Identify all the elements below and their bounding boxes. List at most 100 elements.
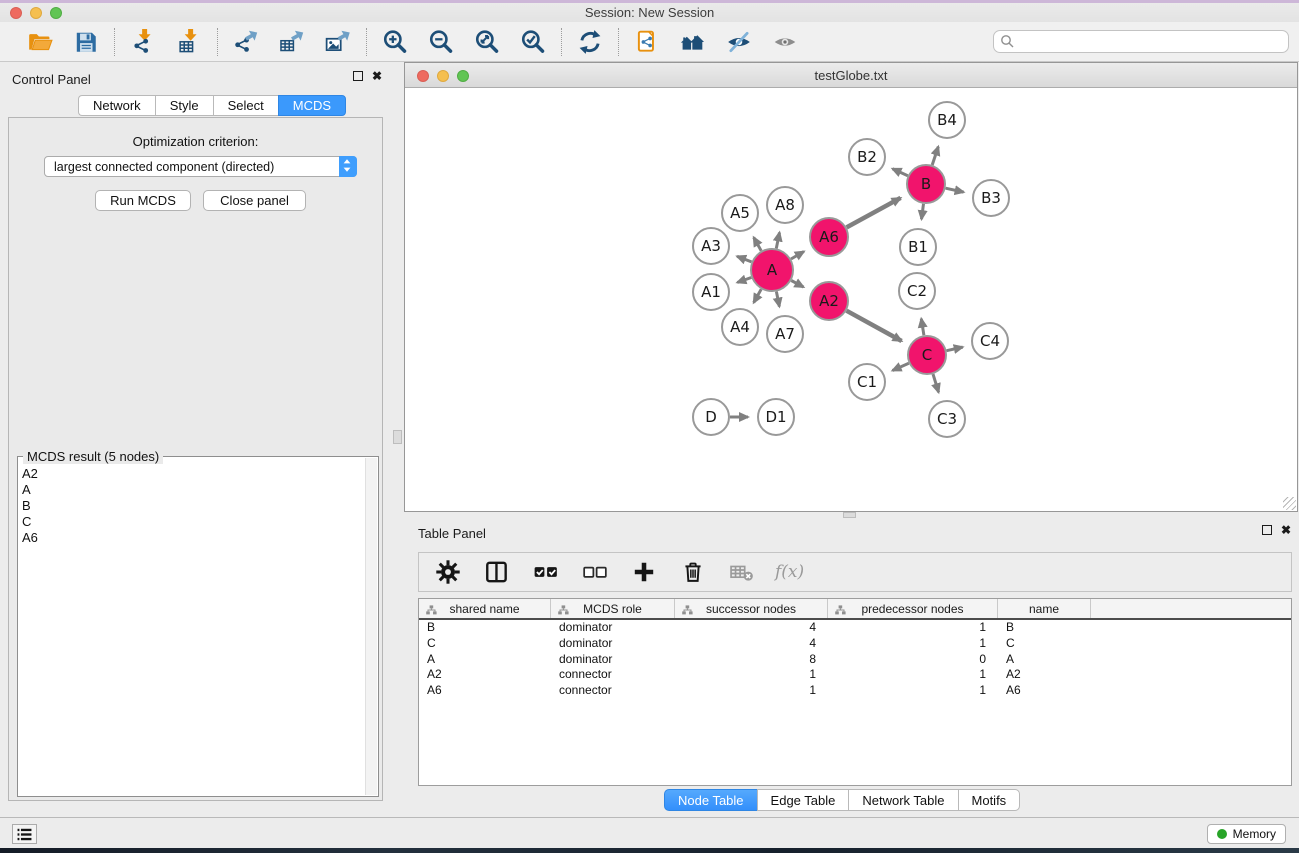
vertical-splitter-handle[interactable]	[393, 430, 402, 444]
tab-node-table[interactable]: Node Table	[664, 789, 757, 811]
zoom-in-button[interactable]	[379, 26, 411, 58]
tab-edge-table[interactable]: Edge Table	[757, 789, 849, 811]
clone-network-button[interactable]	[631, 26, 663, 58]
zoom-out-button[interactable]	[425, 26, 457, 58]
table-row[interactable]: Cdominator41C	[419, 636, 1291, 652]
table-cell[interactable]: dominator	[551, 636, 675, 652]
column-header-name[interactable]: name	[998, 599, 1091, 618]
graph-edge-A-A5[interactable]	[754, 237, 762, 250]
table-row[interactable]: A6connector11A6	[419, 683, 1291, 699]
function-builder-icon[interactable]: f(x)	[775, 562, 804, 582]
graph-edge-A-A3[interactable]	[737, 256, 751, 262]
column-header-successor-nodes[interactable]: successor nodes	[675, 599, 828, 618]
tab-network-table[interactable]: Network Table	[848, 789, 957, 811]
table-cell[interactable]: A2	[419, 667, 551, 683]
graph-edge-B-B2[interactable]	[893, 169, 908, 176]
add-column-button[interactable]	[628, 556, 660, 588]
delete-table-button[interactable]	[726, 556, 758, 588]
table-cell[interactable]: A	[419, 652, 551, 668]
float-table-panel-icon[interactable]	[1262, 525, 1272, 535]
table-cell[interactable]: dominator	[551, 652, 675, 668]
graph-edge-B-B1[interactable]	[922, 204, 924, 219]
table-cell[interactable]: 1	[828, 636, 998, 652]
table-cell[interactable]: A6	[998, 683, 1091, 699]
mcds-result-item[interactable]: A6	[22, 530, 365, 546]
table-cell[interactable]: B	[419, 620, 551, 636]
close-table-panel-icon[interactable]: ✖	[1281, 525, 1291, 535]
import-network-button[interactable]	[127, 26, 159, 58]
import-table-button[interactable]	[173, 26, 205, 58]
table-cell[interactable]: 1	[675, 667, 828, 683]
show-panel-list-button[interactable]	[12, 824, 37, 844]
graph-edge-A-A8[interactable]	[776, 233, 779, 249]
save-session-button[interactable]	[70, 26, 102, 58]
graph-edge-A-A7[interactable]	[776, 292, 779, 307]
table-cell[interactable]: 0	[828, 652, 998, 668]
table-cell[interactable]: 1	[828, 667, 998, 683]
mcds-result-item[interactable]: B	[22, 498, 365, 514]
close-panel-button[interactable]: Close panel	[203, 190, 306, 211]
graph-edge-B-B3[interactable]	[946, 188, 964, 192]
graph-edge-A2-C[interactable]	[847, 311, 902, 341]
table-cell[interactable]: connector	[551, 667, 675, 683]
search-input[interactable]	[993, 30, 1289, 53]
tab-motifs[interactable]: Motifs	[958, 789, 1021, 811]
zoom-selected-button[interactable]	[517, 26, 549, 58]
float-panel-icon[interactable]	[353, 71, 363, 81]
table-cell[interactable]: connector	[551, 683, 675, 699]
table-cell[interactable]: A6	[419, 683, 551, 699]
graph-edge-C-C2[interactable]	[921, 319, 924, 336]
mcds-result-item[interactable]: A	[22, 482, 365, 498]
graph-edge-A-A1[interactable]	[737, 278, 751, 283]
delete-column-button[interactable]	[677, 556, 709, 588]
table-cell[interactable]: dominator	[551, 620, 675, 636]
column-header-mcds-role[interactable]: MCDS role	[551, 599, 675, 618]
table-cell[interactable]: 4	[675, 636, 828, 652]
network-canvas[interactable]: AA1A2A3A4A5A6A7A8BB1B2B3B4CC1C2C3C4DD1	[405, 88, 1297, 511]
deselect-all-button[interactable]	[579, 556, 611, 588]
show-panels-button[interactable]	[769, 26, 801, 58]
graph-edge-A-A4[interactable]	[754, 289, 762, 302]
table-cell[interactable]: 8	[675, 652, 828, 668]
table-cell[interactable]: A	[998, 652, 1091, 668]
run-mcds-button[interactable]: Run MCDS	[95, 190, 191, 211]
table-row[interactable]: Adominator80A	[419, 652, 1291, 668]
tab-mcds[interactable]: MCDS	[278, 95, 346, 116]
table-cell[interactable]: C	[419, 636, 551, 652]
table-cell[interactable]: 1	[675, 683, 828, 699]
graph-edge-A-A6[interactable]	[791, 252, 804, 260]
column-visibility-button[interactable]	[481, 556, 513, 588]
table-cell[interactable]: 1	[828, 620, 998, 636]
home-button[interactable]	[677, 26, 709, 58]
mcds-result-list[interactable]: A2ABCA6	[18, 458, 365, 796]
table-cell[interactable]: B	[998, 620, 1091, 636]
graph-edge-A-A2[interactable]	[791, 281, 803, 288]
table-cell[interactable]: C	[998, 636, 1091, 652]
refresh-button[interactable]	[574, 26, 606, 58]
mcds-result-item[interactable]: A2	[22, 466, 365, 482]
table-row[interactable]: Bdominator41B	[419, 620, 1291, 636]
zoom-fit-button[interactable]	[471, 26, 503, 58]
graph-edge-A6-B[interactable]	[847, 198, 901, 228]
mcds-result-item[interactable]: C	[22, 514, 365, 530]
criterion-select[interactable]: largest connected component (directed)	[44, 156, 357, 177]
window-resize-grip[interactable]	[1283, 497, 1296, 510]
memory-button[interactable]: Memory	[1207, 824, 1286, 844]
settings-gear-button[interactable]	[432, 556, 464, 588]
tab-style[interactable]: Style	[155, 95, 213, 116]
hide-panels-button[interactable]	[723, 26, 755, 58]
export-network-button[interactable]	[230, 26, 262, 58]
tab-select[interactable]: Select	[213, 95, 278, 116]
graph-edge-C-C4[interactable]	[947, 347, 963, 351]
tab-network[interactable]: Network	[78, 95, 155, 116]
table-cell[interactable]: 4	[675, 620, 828, 636]
close-panel-icon[interactable]: ✖	[372, 71, 382, 81]
graph-edge-B-B4[interactable]	[932, 147, 938, 165]
export-image-button[interactable]	[322, 26, 354, 58]
table-cell[interactable]: A2	[998, 667, 1091, 683]
graph-edge-C-C3[interactable]	[933, 374, 939, 392]
table-row[interactable]: A2connector11A2	[419, 667, 1291, 683]
column-header-shared-name[interactable]: shared name	[419, 599, 551, 618]
open-file-button[interactable]	[24, 26, 56, 58]
table-cell[interactable]: 1	[828, 683, 998, 699]
